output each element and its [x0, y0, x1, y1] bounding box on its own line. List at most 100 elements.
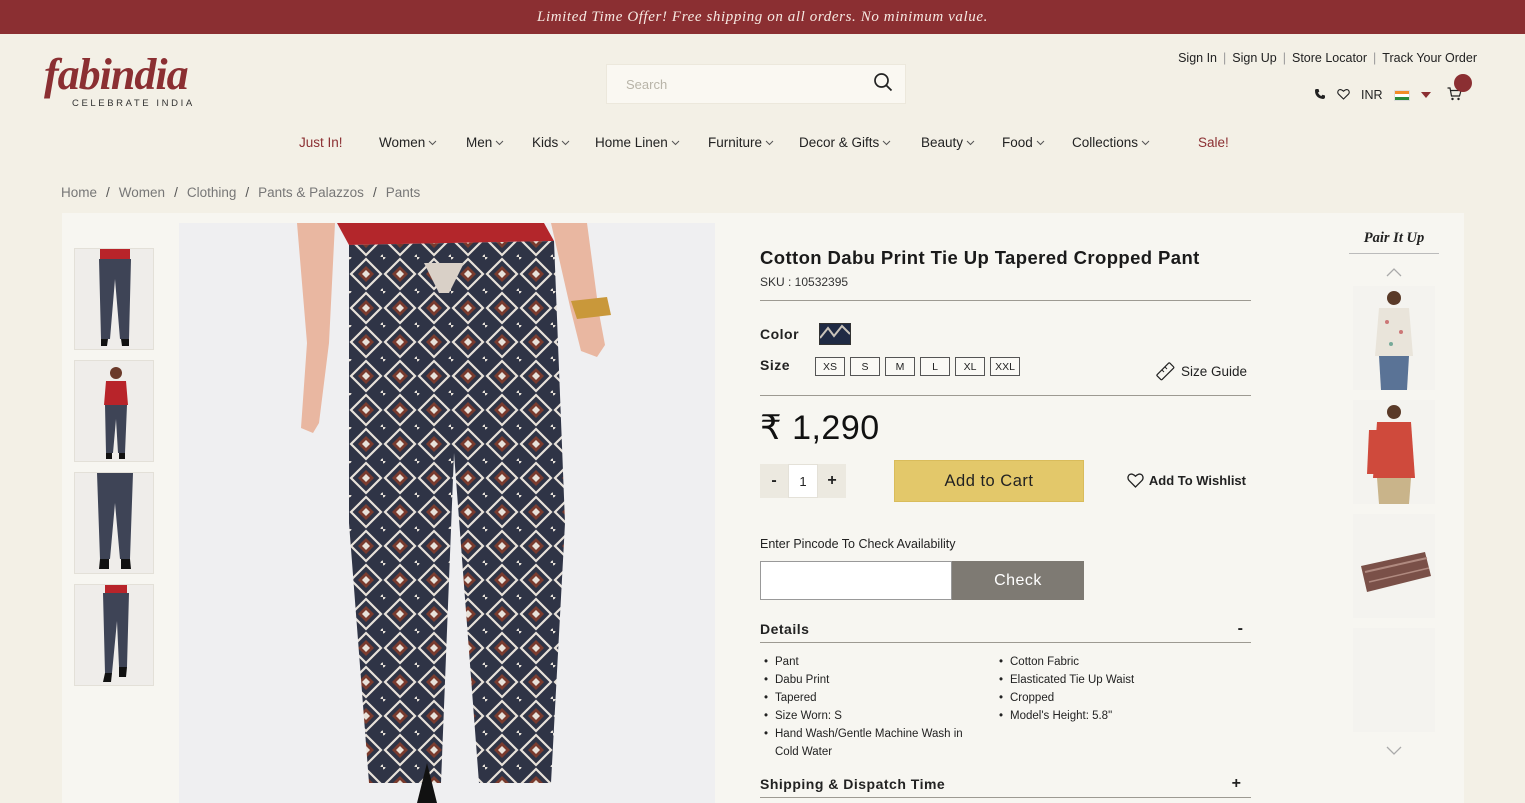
india-flag-icon[interactable] [1393, 89, 1410, 101]
caret-down-icon[interactable] [1420, 88, 1431, 102]
nav-label: Just In! [299, 135, 343, 150]
pincode-input[interactable] [760, 561, 952, 600]
add-to-wishlist-button[interactable]: Add To Wishlist [1127, 472, 1246, 488]
chevron-down-icon [966, 140, 975, 146]
size-options: XS S M L XL XXL [815, 357, 1020, 376]
size-row: Size XS S M L XL XXL Size Guide [760, 351, 1251, 381]
product-thumbnail[interactable] [74, 248, 154, 350]
search-input[interactable] [626, 76, 873, 92]
nav-label: Men [466, 135, 493, 150]
chevron-down-icon[interactable] [1349, 742, 1439, 760]
link-separator: | [1282, 51, 1286, 65]
breadcrumb-pants-palazzos[interactable]: Pants & Palazzos [258, 185, 364, 200]
color-label: Color [760, 326, 800, 342]
logo[interactable]: fabindia CELEBRATE INDIA [44, 50, 219, 120]
nav-label: Food [1002, 135, 1033, 150]
color-swatch[interactable] [819, 323, 852, 345]
pair-item-image[interactable] [1353, 400, 1435, 504]
product-thumbnail[interactable] [74, 584, 154, 686]
qty-value[interactable]: 1 [788, 464, 818, 498]
heart-icon [1127, 473, 1144, 488]
shipping-header[interactable]: Shipping & Dispatch Time + [760, 775, 1251, 797]
size-option-xxl[interactable]: XXL [990, 357, 1020, 376]
pincode-row: Check [760, 561, 1251, 600]
product-thumbnail[interactable] [74, 472, 154, 574]
size-guide-link[interactable]: Size Guide [1155, 361, 1247, 381]
nav-label: Home Linen [595, 135, 668, 150]
breadcrumb-women[interactable]: Women [119, 185, 165, 200]
nav-item-just-in[interactable]: Just In! [299, 135, 343, 150]
nav-item-food[interactable]: Food [1002, 135, 1045, 150]
store-locator-link[interactable]: Store Locator [1292, 51, 1367, 65]
pair-item-image[interactable] [1353, 628, 1435, 732]
nav-item-beauty[interactable]: Beauty [921, 135, 975, 150]
currency-label[interactable]: INR [1361, 88, 1383, 102]
nav-label: Furniture [708, 135, 763, 150]
color-row: Color [760, 319, 1251, 349]
nav-label: Women [379, 135, 426, 150]
chevron-down-icon [428, 140, 437, 146]
check-button[interactable]: Check [952, 561, 1084, 600]
phone-icon[interactable] [1314, 88, 1326, 103]
utility-bar: INR [1314, 82, 1462, 108]
details-right-list: Cotton Fabric Elasticated Tie Up Waist C… [995, 653, 1235, 759]
details-left-list: Pant Dabu Print Tapered Size Worn: S Han… [760, 653, 995, 759]
nav-label: Beauty [921, 135, 964, 150]
promo-bar: Limited Time Offer! Free shipping on all… [0, 0, 1525, 34]
chevron-down-icon [671, 140, 680, 146]
size-option-l[interactable]: L [920, 357, 950, 376]
product-main-image[interactable] [179, 223, 715, 803]
breadcrumb-clothing[interactable]: Clothing [187, 185, 237, 200]
sign-up-link[interactable]: Sign Up [1232, 51, 1276, 65]
nav-item-sale[interactable]: Sale! [1198, 135, 1229, 150]
logo-tagline: CELEBRATE INDIA [72, 98, 195, 109]
breadcrumb-home[interactable]: Home [61, 185, 97, 200]
size-guide-label: Size Guide [1180, 363, 1247, 379]
shipping-toggle[interactable]: + [1232, 775, 1241, 793]
divider [760, 642, 1251, 643]
sign-in-link[interactable]: Sign In [1178, 51, 1217, 65]
nav-label: Kids [532, 135, 559, 150]
link-separator: | [1223, 51, 1227, 65]
nav-item-women[interactable]: Women [379, 135, 437, 150]
details-toggle[interactable]: - [1238, 620, 1243, 638]
pair-item-image[interactable] [1353, 514, 1435, 618]
search-icon[interactable] [873, 72, 893, 97]
track-order-link[interactable]: Track Your Order [1382, 51, 1477, 65]
breadcrumb-separator: / [372, 185, 377, 200]
detail-item: Cropped [995, 689, 1235, 707]
product-thumbnail[interactable] [74, 360, 154, 462]
heart-icon[interactable] [1337, 88, 1350, 103]
nav-item-home-linen[interactable]: Home Linen [595, 135, 680, 150]
breadcrumb-pants[interactable]: Pants [386, 185, 421, 200]
logo-wordmark: fabindia [44, 50, 189, 99]
size-option-s[interactable]: S [850, 357, 880, 376]
size-option-m[interactable]: M [885, 357, 915, 376]
nav-item-kids[interactable]: Kids [532, 135, 570, 150]
account-links: Sign In | Sign Up | Store Locator | Trac… [1178, 51, 1477, 65]
search-bar [606, 64, 906, 104]
chevron-up-icon[interactable] [1349, 254, 1439, 286]
nav-item-collections[interactable]: Collections [1072, 135, 1150, 150]
pair-item-image[interactable] [1353, 286, 1435, 390]
divider [760, 797, 1251, 798]
qty-minus-button[interactable]: - [760, 464, 788, 498]
pair-it-up-panel: Pair It Up [1349, 230, 1439, 760]
nav-item-furniture[interactable]: Furniture [708, 135, 774, 150]
add-to-cart-button[interactable]: Add to Cart [894, 460, 1084, 502]
product-info: Cotton Dabu Print Tie Up Tapered Cropped… [760, 247, 1251, 798]
detail-item: Size Worn: S [760, 707, 995, 725]
cart-count-badge[interactable] [1454, 74, 1472, 92]
size-option-xs[interactable]: XS [815, 357, 845, 376]
breadcrumb-separator: / [245, 185, 250, 200]
details-header[interactable]: Details - [760, 620, 1251, 642]
chevron-down-icon [561, 140, 570, 146]
qty-plus-button[interactable]: + [818, 464, 846, 498]
size-label: Size [760, 357, 791, 373]
nav-item-decor-gifts[interactable]: Decor & Gifts [799, 135, 891, 150]
product-sku: SKU : 10532395 [760, 275, 849, 289]
nav-item-men[interactable]: Men [466, 135, 504, 150]
detail-item: Tapered [760, 689, 995, 707]
promo-text: Limited Time Offer! Free shipping on all… [537, 8, 988, 25]
size-option-xl[interactable]: XL [955, 357, 985, 376]
